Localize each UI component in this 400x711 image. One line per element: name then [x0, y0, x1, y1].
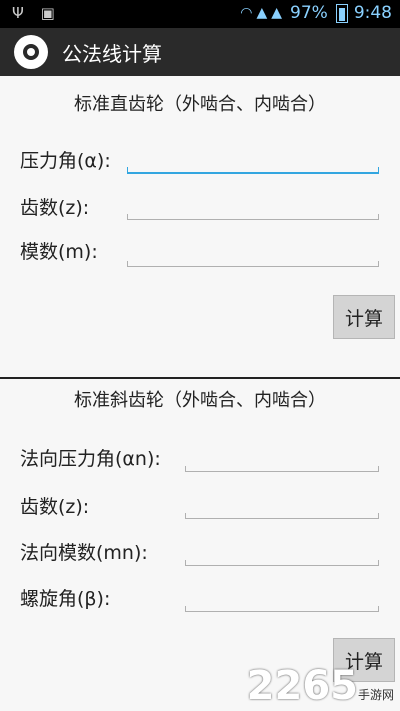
- section-divider: [0, 377, 400, 379]
- spur-gear-section-title: 标准直齿轮（外啮合、内啮合）: [74, 94, 326, 115]
- clock: 9:48: [353, 3, 392, 23]
- status-bar: Ψ ▣ ◠ ▲ ▲ 97% 9:48: [0, 0, 400, 28]
- helical-teeth-input[interactable]: [185, 498, 379, 519]
- module-input[interactable]: [127, 246, 379, 267]
- normal-module-input[interactable]: [185, 545, 379, 566]
- module-label: 模数(m):: [20, 241, 98, 263]
- calculate-button[interactable]: 计算: [333, 295, 395, 339]
- usb-icon: Ψ: [12, 4, 24, 22]
- teeth-input[interactable]: [127, 199, 379, 220]
- helix-angle-label: 螺旋角(β):: [20, 588, 111, 610]
- battery-percent: 97%: [290, 3, 328, 23]
- status-right: ◠ ▲ ▲ 97% 9:48: [240, 3, 392, 23]
- helical-teeth-label: 齿数(z):: [20, 496, 90, 518]
- teeth-label: 齿数(z):: [20, 197, 90, 219]
- normal-pressure-angle-label: 法向压力角(αn):: [20, 448, 161, 470]
- wifi-icon: ◠: [240, 5, 253, 21]
- pressure-angle-label: 压力角(α):: [20, 150, 111, 172]
- helix-angle-input[interactable]: [185, 591, 379, 612]
- signal-icon: ▲: [256, 5, 268, 21]
- gear-icon[interactable]: [14, 35, 48, 69]
- helical-gear-section-title: 标准斜齿轮（外啮合、内啮合）: [74, 390, 326, 411]
- action-bar: 公法线计算: [0, 28, 400, 76]
- battery-icon: [335, 3, 348, 23]
- signal-icon: ▲: [271, 5, 283, 21]
- normal-pressure-angle-input[interactable]: [185, 451, 379, 472]
- app-title: 公法线计算: [62, 41, 162, 66]
- watermark-logo: 2265手游网: [246, 663, 394, 709]
- android-icon: ▣: [40, 4, 55, 22]
- status-left-icons: Ψ ▣: [12, 4, 67, 22]
- normal-module-label: 法向模数(mn):: [20, 542, 148, 564]
- pressure-angle-input[interactable]: [127, 152, 379, 174]
